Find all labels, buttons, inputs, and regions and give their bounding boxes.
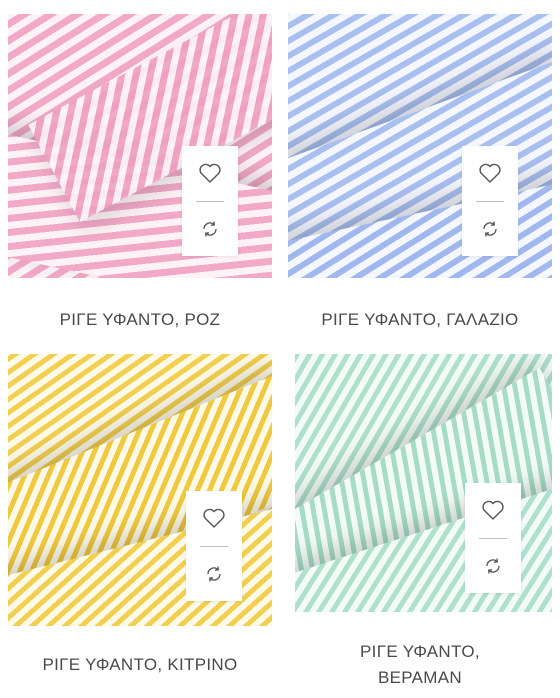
product-title[interactable]: ΡΙΓΕ ΥΦΑΝΤΟ, ΡΟΖ <box>0 307 280 333</box>
product-card: ΡΙΓΕ ΥΦΑΝΤΟ, ΒΕΡΑΜΑΝ <box>280 349 560 698</box>
heart-icon <box>482 500 504 520</box>
compare-arrows-icon <box>486 558 500 574</box>
product-image[interactable] <box>295 354 552 612</box>
product-title-line: ΒΕΡΑΜΑΝ <box>378 668 462 687</box>
compare-button[interactable] <box>465 539 521 593</box>
product-title[interactable]: ΡΙΓΕ ΥΦΑΝΤΟ, ΒΕΡΑΜΑΝ <box>280 639 560 691</box>
heart-icon <box>203 508 225 528</box>
product-card: ΡΙΓΕ ΥΦΑΝΤΟ, ΡΟΖ <box>0 0 280 349</box>
heart-icon <box>199 163 221 183</box>
product-card: ΡΙΓΕ ΥΦΑΝΤΟ, ΓΑΛΑΖΙΟ <box>280 0 560 349</box>
compare-button[interactable] <box>462 202 518 256</box>
product-actions <box>182 146 238 256</box>
product-image[interactable] <box>8 14 272 278</box>
compare-button[interactable] <box>186 547 242 601</box>
compare-arrows-icon <box>483 221 497 237</box>
compare-button[interactable] <box>182 202 238 256</box>
product-actions <box>186 491 242 601</box>
heart-icon <box>479 163 501 183</box>
product-image[interactable] <box>288 14 552 278</box>
wishlist-button[interactable] <box>465 483 521 537</box>
compare-arrows-icon <box>203 221 217 237</box>
product-title[interactable]: ΡΙΓΕ ΥΦΑΝΤΟ, ΓΑΛΑΖΙΟ <box>280 307 560 333</box>
product-actions <box>465 483 521 593</box>
product-title[interactable]: ΡΙΓΕ ΥΦΑΝΤΟ, ΚΙΤΡΙΝΟ <box>0 652 280 678</box>
product-image[interactable] <box>8 354 272 626</box>
product-card: ΡΙΓΕ ΥΦΑΝΤΟ, ΚΙΤΡΙΝΟ <box>0 349 280 698</box>
product-title-line: ΡΙΓΕ ΥΦΑΝΤΟ, <box>360 642 480 661</box>
wishlist-button[interactable] <box>462 146 518 200</box>
product-actions <box>462 146 518 256</box>
wishlist-button[interactable] <box>186 491 242 545</box>
compare-arrows-icon <box>207 566 221 582</box>
wishlist-button[interactable] <box>182 146 238 200</box>
product-grid: ΡΙΓΕ ΥΦΑΝΤΟ, ΡΟΖ ΡΙΓΕ ΥΦΑΝΤΟ, ΓΑΛΑΖΙΟ ΡΙ… <box>0 0 560 698</box>
